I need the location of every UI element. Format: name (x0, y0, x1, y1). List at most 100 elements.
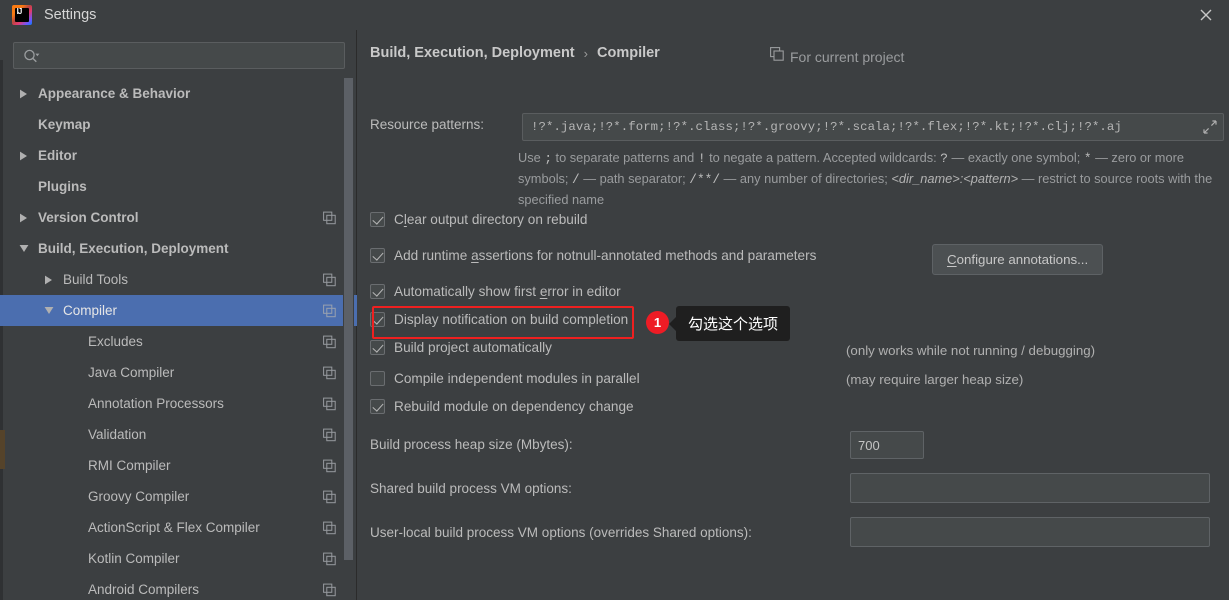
hint-question: ? (940, 151, 948, 166)
search-box[interactable] (13, 42, 345, 69)
checkbox-box[interactable] (370, 284, 385, 299)
sidebar-item-label: Editor (38, 148, 77, 163)
module-scope-icon (323, 366, 336, 379)
configure-annotations-button[interactable]: Configure annotations... (932, 244, 1104, 275)
hint-p4: — exactly one symbol; (947, 150, 1084, 165)
chevron-down-icon[interactable] (17, 242, 30, 255)
sidebar-item-actionscript-flex-compiler[interactable]: ActionScript & Flex Compiler (0, 512, 357, 543)
checkbox-automatically-show-first-error-in-editor[interactable]: Automatically show first error in editor (370, 284, 621, 299)
sidebar-item-annotation-processors[interactable]: Annotation Processors (0, 388, 357, 419)
sidebar-item-validation[interactable]: Validation (0, 419, 357, 450)
chevron-down-icon[interactable] (42, 304, 55, 317)
sidebar-item-keymap[interactable]: Keymap (0, 109, 357, 140)
checkbox-compile-independent-modules-in-parallel[interactable]: Compile independent modules in parallel (370, 371, 640, 386)
chevron-right-icon[interactable] (42, 273, 55, 286)
module-scope-icon (323, 428, 336, 441)
checkbox-label: Automatically show first error in editor (394, 284, 621, 299)
checkbox-box[interactable] (370, 312, 385, 327)
module-scope-icon (323, 304, 336, 317)
main-panel: Build, Execution, Deployment › Compiler … (358, 30, 1229, 600)
input-build-process-heap-size-mbytes[interactable] (850, 431, 924, 459)
hint-semicolon: ; (544, 151, 552, 166)
breadcrumb: Build, Execution, Deployment › Compiler (370, 45, 660, 61)
resource-patterns-field[interactable]: !?*.java;!?*.form;!?*.class;!?*.groovy;!… (522, 113, 1224, 141)
checkbox-add-runtime-assertions-for-notnull-annotated-methods-and-parameters[interactable]: Add runtime assertions for notnull-annot… (370, 248, 816, 263)
parallel-note: (may require larger heap size) (846, 372, 1024, 387)
sidebar-item-appearance-behavior[interactable]: Appearance & Behavior (0, 78, 357, 109)
module-scope-icon (323, 211, 336, 224)
settings-sidebar: Appearance & Behavior Keymap Editor Plugins… (0, 30, 357, 600)
sidebar-item-label: Keymap (38, 117, 91, 132)
checkbox-box[interactable] (370, 248, 385, 263)
resource-patterns-row: Resource patterns: !?*.java;!?*.form;!?*… (370, 113, 1225, 141)
checkbox-label: Compile independent modules in parallel (394, 371, 640, 386)
hint-p3: to negate a pattern. Accepted wildcards: (705, 150, 941, 165)
resource-patterns-value[interactable]: !?*.java;!?*.form;!?*.class;!?*.groovy;!… (523, 120, 1197, 134)
chevron-right-icon[interactable] (17, 87, 30, 100)
sidebar-item-label: Kotlin Compiler (88, 551, 180, 566)
search-field-wrapper (13, 42, 345, 69)
module-scope-icon (323, 490, 336, 503)
checkbox-box[interactable] (370, 399, 385, 414)
checkbox-label: Clear output directory on rebuild (394, 212, 588, 227)
sidebar-item-build-execution-deployment[interactable]: Build, Execution, Deployment (0, 233, 357, 264)
sidebar-item-version-control[interactable]: Version Control (0, 202, 357, 233)
settings-tree[interactable]: Appearance & Behavior Keymap Editor Plugins… (0, 78, 357, 600)
sidebar-item-excludes[interactable]: Excludes (0, 326, 357, 357)
sidebar-scrollbar-thumb[interactable] (344, 78, 353, 560)
sidebar-item-label: Build, Execution, Deployment (38, 241, 229, 256)
sidebar-item-rmi-compiler[interactable]: RMI Compiler (0, 450, 357, 481)
input-shared-build-process-vm-options[interactable] (850, 473, 1210, 503)
chevron-right-icon[interactable] (17, 211, 30, 224)
sidebar-item-label: Appearance & Behavior (38, 86, 191, 101)
build-auto-note: (only works while not running / debuggin… (846, 343, 1096, 358)
sidebar-item-label: Excludes (88, 334, 143, 349)
checkbox-label: Add runtime assertions for notnull-annot… (394, 248, 817, 263)
logo-text: IJ (16, 7, 23, 16)
input-user-local-build-process-vm-options-overrides-shared-options[interactable] (850, 517, 1210, 547)
configure-annotations-label: onfigure annotations... (956, 252, 1089, 267)
configure-annotations-mnemonic: C (947, 252, 957, 267)
sidebar-item-label: Android Compilers (88, 582, 200, 597)
sidebar-item-kotlin-compiler[interactable]: Kotlin Compiler (0, 543, 357, 574)
title-bar: IJ Settings (0, 0, 1229, 30)
sidebar-item-label: Build Tools (63, 272, 129, 287)
sidebar-item-editor[interactable]: Editor (0, 140, 357, 171)
search-icon (23, 49, 40, 63)
label-shared-build-process-vm-options: Shared build process VM options: (370, 481, 572, 496)
sidebar-item-groovy-compiler[interactable]: Groovy Compiler (0, 481, 357, 512)
checkbox-build-project-automatically[interactable]: Build project automatically (370, 340, 552, 355)
search-input[interactable] (40, 48, 344, 63)
sidebar-item-compiler[interactable]: Compiler (0, 295, 357, 326)
module-scope-icon (323, 335, 336, 348)
window-title: Settings (44, 7, 97, 23)
sidebar-item-label: RMI Compiler (88, 458, 171, 473)
sidebar-item-label: Plugins (38, 179, 87, 194)
checkbox-display-notification-on-build-completion[interactable]: Display notification on build completion (370, 312, 628, 327)
close-icon[interactable] (1197, 6, 1215, 24)
checkbox-clear-output-directory-on-rebuild[interactable]: Clear output directory on rebuild (370, 212, 587, 227)
chevron-right-icon[interactable] (17, 149, 30, 162)
sidebar-item-android-compilers[interactable]: Android Compilers (0, 574, 357, 600)
hint-doublestar: /**/ (689, 172, 720, 187)
checkbox-rebuild-module-on-dependency-change[interactable]: Rebuild module on dependency change (370, 399, 634, 414)
module-scope-icon (770, 47, 784, 66)
module-scope-icon (323, 459, 336, 472)
breadcrumb-separator: › (583, 45, 588, 61)
checkbox-box[interactable] (370, 212, 385, 227)
checkbox-box[interactable] (370, 371, 385, 386)
sidebar-item-label: Java Compiler (88, 365, 175, 380)
breadcrumb-parent[interactable]: Build, Execution, Deployment (370, 45, 575, 61)
sidebar-item-plugins[interactable]: Plugins (0, 171, 357, 202)
expand-icon[interactable] (1197, 114, 1223, 140)
checkbox-label: Rebuild module on dependency change (394, 399, 634, 414)
sidebar-item-java-compiler[interactable]: Java Compiler (0, 357, 357, 388)
sidebar-item-build-tools[interactable]: Build Tools (0, 264, 357, 295)
checkbox-box[interactable] (370, 340, 385, 355)
